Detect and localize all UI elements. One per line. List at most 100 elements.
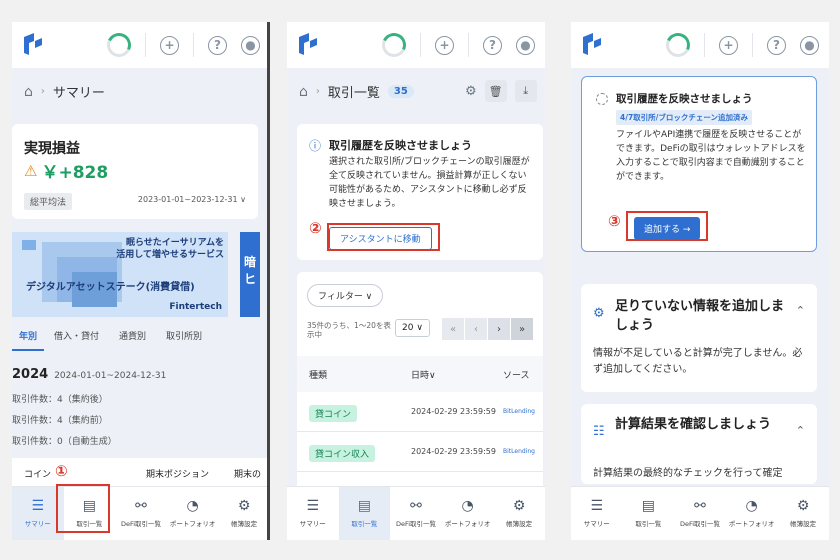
stats-list: 取引件数：4（集約後） 取引件数：4（集約前） 取引件数：0（自動生成） <box>12 390 117 453</box>
nav-summary[interactable]: ☰ サマリー <box>571 487 623 540</box>
breadcrumb: ⌂ › サマリー <box>24 83 105 102</box>
last-page-icon[interactable]: » <box>511 318 533 340</box>
nav-settings[interactable]: ⚙ 帳簿設定 <box>493 487 545 540</box>
app-header: + ? ● <box>571 22 829 68</box>
user-icon[interactable]: ● <box>516 35 535 55</box>
table-icon: ▤ <box>357 498 371 514</box>
prev-page-icon[interactable]: ‹ <box>465 318 487 340</box>
network-icon: ⚯ <box>410 498 422 514</box>
help-icon[interactable]: ? <box>208 35 227 55</box>
notice-body: 選択された取引所/ブロックチェーンの取引履歴が全て反映されていません。損益計算が… <box>329 157 530 209</box>
app-logo[interactable] <box>581 33 603 57</box>
nav-defi[interactable]: ⚯ DeFi取引一覧 <box>390 487 442 540</box>
tab-yearly[interactable]: 年別 <box>12 327 45 351</box>
row-source: BitLending <box>503 408 535 415</box>
per-page-select[interactable]: 20 ∨ <box>395 319 430 337</box>
col-position: 期末ポジション <box>146 470 210 480</box>
profit-value: ￥+828 <box>41 163 109 183</box>
gear-icon: ⚙ <box>796 498 810 514</box>
warning-icon: ⚠ <box>24 161 38 180</box>
user-icon[interactable]: ● <box>241 35 260 55</box>
gear-icon: ⚙ <box>512 498 526 514</box>
nav-defi[interactable]: ⚯ DeFi取引一覧 <box>115 487 167 540</box>
network-icon: ⚯ <box>135 498 147 514</box>
promo-banner[interactable]: 眠らせたイーサリアムを 活用して増やせるサービス デジタルアセットステーク(消費… <box>12 232 228 317</box>
nav-settings[interactable]: ⚙ 帳簿設定 <box>218 487 270 540</box>
missing-info-card: ⚙ 足りていない情報を追加しましょう ⌃ 情報が不足していると計算が完了しません… <box>581 284 817 392</box>
chevron-up-icon[interactable]: ⌃ <box>796 424 805 437</box>
app-logo[interactable] <box>297 33 319 57</box>
banner-brand: Fintertech <box>169 302 222 312</box>
app-header: + ? ● <box>287 22 545 68</box>
nav-portfolio[interactable]: ◔ ポートフォリオ <box>726 487 778 540</box>
info-icon: ⓘ <box>309 139 322 153</box>
progress-ring-icon[interactable] <box>662 29 694 61</box>
highlight-assistant-button <box>327 223 440 251</box>
promo-banner-2[interactable]: 暗 ヒ <box>240 232 260 317</box>
banner-line-2: 活用して増やせるサービス <box>116 249 224 260</box>
filter-button[interactable]: フィルター ∨ <box>307 284 384 307</box>
table-row[interactable]: 貸コイン収入 2024-02-29 23:59:59 BitLending <box>297 432 543 472</box>
table-row[interactable]: 貸コイン 2024-02-29 23:59:59 BitLending <box>297 392 543 432</box>
stat-auto: 取引件数：0（自動生成） <box>12 437 117 447</box>
nav-transactions[interactable]: ▤ 取引一覧 <box>623 487 675 540</box>
list-icon: ☰ <box>306 498 320 514</box>
trash-icon[interactable]: 🗑 <box>484 80 507 102</box>
settings-icon[interactable]: ⚙ <box>465 84 477 99</box>
task-body: ファイルやAPI連携で履歴を反映させることができます。DeFiの取引はウォレット… <box>616 130 806 182</box>
home-icon[interactable]: ⌂ <box>24 84 33 100</box>
page-title: 取引一覧 <box>327 86 380 101</box>
col-end: 期末の <box>234 470 262 480</box>
first-page-icon[interactable]: « <box>442 318 464 340</box>
user-icon[interactable]: ● <box>800 35 819 55</box>
progress-ring-icon[interactable] <box>103 29 135 61</box>
breadcrumb: ⌂ › 取引一覧 35 <box>299 82 414 101</box>
next-page-icon[interactable]: › <box>488 318 510 340</box>
app-logo[interactable] <box>22 33 44 57</box>
nav-transactions[interactable]: ▤ 取引一覧 <box>338 487 391 540</box>
list-icon: ☰ <box>590 498 604 514</box>
confirm-body: 計算結果の最終的なチェックを行って確定 <box>593 468 783 479</box>
missing-info-title: 足りていない情報を追加しましょう <box>615 299 785 333</box>
tab-lending[interactable]: 借入・貸付 <box>44 327 109 351</box>
nav-summary[interactable]: ☰ サマリー <box>287 487 339 540</box>
help-icon[interactable]: ? <box>483 35 502 55</box>
summary-tabs: 年別 借入・貸付 通貨別 取引所別 <box>12 327 258 351</box>
nav-defi[interactable]: ⚯ DeFi取引一覧 <box>674 487 726 540</box>
row-date: 2024-02-29 23:59:59 <box>411 407 496 416</box>
task-title: 取引履歴を反映させましょう <box>616 93 753 105</box>
add-icon[interactable]: + <box>435 35 454 55</box>
nav-portfolio[interactable]: ◔ ポートフォリオ <box>167 487 219 540</box>
pie-icon: ◔ <box>186 498 199 514</box>
date-range-select[interactable]: 2023-01-01~2023-12-31 ∨ <box>138 195 246 204</box>
help-icon[interactable]: ? <box>767 35 786 55</box>
tab-currency[interactable]: 通貨別 <box>109 327 156 351</box>
gear-icon: ⚙ <box>593 306 605 321</box>
showing-text: 35件のうち、1〜20を表示中 <box>307 321 391 339</box>
scrollbar[interactable] <box>267 22 270 540</box>
page-title: サマリー <box>52 86 105 101</box>
col-source[interactable]: ソース <box>503 368 530 381</box>
progress-ring-icon[interactable] <box>378 29 410 61</box>
nav-settings[interactable]: ⚙ 帳簿設定 <box>777 487 829 540</box>
nav-portfolio[interactable]: ◔ ポートフォリオ <box>442 487 494 540</box>
tab-exchange[interactable]: 取引所別 <box>156 327 212 351</box>
table-header: 種類 日時∨ ソース <box>297 356 543 392</box>
pending-icon <box>596 93 608 105</box>
year-label: 2024 <box>12 367 49 382</box>
col-date[interactable]: 日時∨ <box>411 368 436 381</box>
network-icon: ⚯ <box>694 498 706 514</box>
missing-info-body: 情報が不足していると計算が完了しません。必ず追加してください。 <box>593 348 803 375</box>
app-header: + ? ● <box>12 22 270 68</box>
type-badge: 貸コイン収入 <box>309 445 376 462</box>
download-icon[interactable]: ⤓ <box>514 80 537 102</box>
chevron-up-icon[interactable]: ⌃ <box>796 304 805 317</box>
col-coin: コイン <box>24 470 52 480</box>
col-type[interactable]: 種類 <box>309 368 327 381</box>
confirm-card: ☷ 計算結果を確認しましょう ⌃ 計算結果の最終的なチェックを行って確定 <box>581 404 817 484</box>
add-icon[interactable]: + <box>719 35 738 55</box>
pie-icon: ◔ <box>461 498 474 514</box>
home-icon[interactable]: ⌂ <box>299 84 308 100</box>
add-icon[interactable]: + <box>160 35 179 55</box>
bottom-tabbar: ☰ サマリー ▤ 取引一覧 ⚯ DeFi取引一覧 ◔ ポートフォリオ ⚙ 帳簿設定 <box>287 486 545 540</box>
